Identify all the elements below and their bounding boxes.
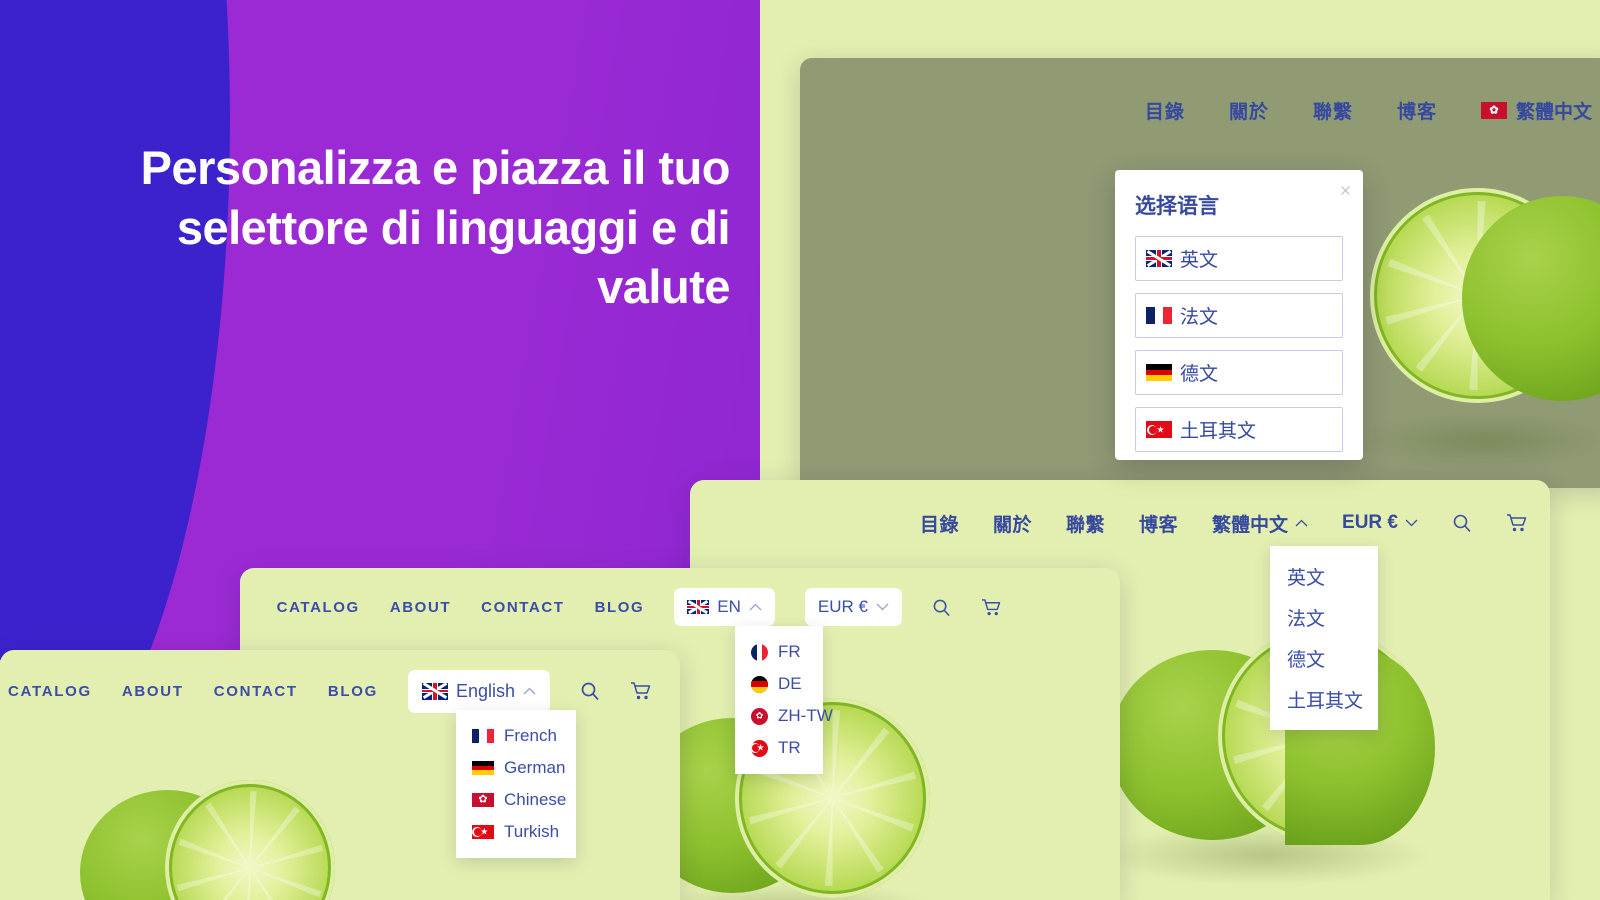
dropdown-item-french[interactable]: FR: [735, 636, 823, 668]
nav-link-about[interactable]: 關於: [993, 510, 1032, 537]
dropdown-item-turkish[interactable]: ★ TR: [735, 732, 823, 764]
dropdown-item-label: Turkish: [504, 822, 560, 841]
language-selector[interactable]: EN: [674, 588, 775, 626]
nav-link-contact[interactable]: CONTACT: [481, 599, 564, 616]
de-flag-icon: [1146, 364, 1172, 381]
dropdown-item-german[interactable]: DE: [735, 668, 823, 700]
fr-flag-icon: [1146, 307, 1172, 324]
dropdown-item-label: ZH-TW: [778, 706, 833, 725]
language-selector-label: 繁體中文: [1515, 102, 1592, 123]
tr-flag-icon: ★: [472, 825, 494, 839]
search-icon[interactable]: [932, 598, 951, 617]
dropdown-item-label: FR: [778, 642, 801, 661]
chevron-down-icon: [876, 603, 889, 611]
dropdown-item-turkish[interactable]: ★ Turkish: [456, 816, 576, 848]
language-dropdown: FR DE ✿ ZH-TW ★ TR: [735, 626, 833, 774]
nav-link-catalog[interactable]: 目錄: [920, 510, 959, 537]
language-selector[interactable]: 繁體中文: [1212, 510, 1308, 537]
dropdown-item-label: DE: [778, 674, 802, 693]
cart-icon[interactable]: [1506, 513, 1528, 533]
dropdown-item-german[interactable]: 德文: [1270, 638, 1378, 679]
close-icon[interactable]: ×: [1340, 182, 1351, 201]
uk-flag-icon: [687, 600, 710, 614]
language-selector-label: 繁體中文: [1212, 514, 1289, 536]
nav-link-contact[interactable]: CONTACT: [214, 683, 298, 700]
currency-selector-label: EUR €: [817, 597, 868, 616]
dropdown-item-label: French: [504, 726, 557, 745]
top-card-navbar: 目錄 關於 聯繫 博客 ✿ 繁體中文: [800, 58, 1600, 163]
cart-icon[interactable]: [981, 598, 1002, 617]
tr-flag-icon: ★: [751, 739, 768, 757]
storefront-preview-card-bottom-left: CATALOG ABOUT CONTACT BLOG English Frenc…: [0, 650, 680, 900]
language-selector[interactable]: ✿ 繁體中文: [1480, 97, 1592, 124]
modal-option-label: 英文: [1180, 250, 1219, 271]
dropdown-item-label: TR: [778, 738, 801, 757]
dropdown-item-french[interactable]: 法文: [1270, 597, 1378, 638]
modal-option-label: 德文: [1180, 364, 1219, 385]
nav-link-blog[interactable]: BLOG: [328, 683, 378, 700]
dropdown-item-turkish[interactable]: 土耳其文: [1270, 679, 1378, 720]
tr-flag-icon: ★: [1146, 421, 1172, 438]
modal-option-turkish[interactable]: ★ 土耳其文: [1135, 407, 1343, 452]
modal-option-french[interactable]: 法文: [1135, 293, 1343, 338]
lime-photo: [80, 770, 335, 900]
modal-title: 选择语言: [1135, 195, 1219, 218]
nav-link-catalog[interactable]: 目錄: [1145, 97, 1185, 124]
modal-option-label: 法文: [1180, 307, 1219, 328]
dropdown-item-english[interactable]: 英文: [1270, 556, 1378, 597]
search-icon[interactable]: [580, 681, 600, 701]
dropdown-item-chinese[interactable]: ✿ ZH-TW: [735, 700, 833, 732]
hk-flag-icon: ✿: [751, 707, 768, 725]
dropdown-item-label: German: [504, 758, 566, 777]
modal-option-german[interactable]: 德文: [1135, 350, 1343, 395]
nav-link-catalog[interactable]: CATALOG: [277, 599, 360, 616]
dropdown-item-label: Chinese: [504, 790, 567, 809]
language-selector-label: English: [455, 680, 515, 701]
dropdown-item-chinese[interactable]: ✿ Chinese: [456, 784, 576, 816]
middle-card-navbar: 目錄 關於 聯繫 博客 繁體中文 EUR €: [690, 480, 1550, 566]
language-dropdown: French German ✿ Chinese ★ Turkish: [456, 710, 576, 858]
de-flag-icon: [751, 675, 768, 693]
nav-link-blog[interactable]: 博客: [1139, 510, 1178, 537]
nav-link-about[interactable]: ABOUT: [390, 599, 451, 616]
language-selector[interactable]: English: [407, 669, 550, 713]
nav-link-blog[interactable]: BLOG: [595, 599, 645, 616]
uk-flag-icon: [1146, 250, 1172, 267]
fr-flag-icon: [472, 729, 494, 743]
nav-link-contact[interactable]: 聯繫: [1066, 510, 1105, 537]
currency-selector[interactable]: EUR €: [804, 588, 902, 626]
cart-icon[interactable]: [630, 681, 652, 701]
page-root: Personalizza e piazza il tuo selettore d…: [0, 0, 1600, 900]
chevron-up-icon: [523, 687, 536, 695]
bottom-left-card-navbar: CATALOG ABOUT CONTACT BLOG English: [0, 650, 680, 732]
nav-link-contact[interactable]: 聯繫: [1313, 97, 1353, 124]
language-dropdown: 英文 法文 德文 土耳其文: [1270, 546, 1378, 730]
lime-photo: [1360, 178, 1600, 488]
currency-selector-label: EUR €: [1342, 512, 1398, 533]
chevron-up-icon: [1295, 519, 1308, 527]
nav-link-blog[interactable]: 博客: [1397, 97, 1437, 124]
hk-flag-icon: ✿: [472, 793, 494, 807]
currency-selector[interactable]: EUR €: [1342, 512, 1418, 534]
lower-middle-card-navbar: CATALOG ABOUT CONTACT BLOG EN EUR €: [240, 568, 1120, 646]
de-flag-icon: [472, 761, 494, 775]
chevron-up-icon: [749, 603, 762, 611]
uk-flag-icon: [421, 682, 448, 700]
language-modal: × 选择语言 英文 法文 德文 ★ 土耳其文: [1115, 170, 1363, 460]
hk-flag-icon: ✿: [1480, 102, 1507, 119]
dropdown-item-french[interactable]: French: [456, 720, 576, 752]
nav-link-catalog[interactable]: CATALOG: [8, 683, 92, 700]
chevron-down-icon: [1405, 519, 1418, 527]
nav-link-about[interactable]: 關於: [1229, 97, 1269, 124]
nav-link-about[interactable]: ABOUT: [122, 683, 184, 700]
search-icon[interactable]: [1452, 513, 1472, 533]
page-title: Personalizza e piazza il tuo selettore d…: [140, 141, 731, 314]
modal-option-english[interactable]: 英文: [1135, 236, 1343, 281]
language-selector-label: EN: [717, 597, 741, 616]
dropdown-item-german[interactable]: German: [456, 752, 576, 784]
modal-option-label: 土耳其文: [1180, 421, 1257, 442]
fr-flag-icon: [751, 643, 768, 661]
